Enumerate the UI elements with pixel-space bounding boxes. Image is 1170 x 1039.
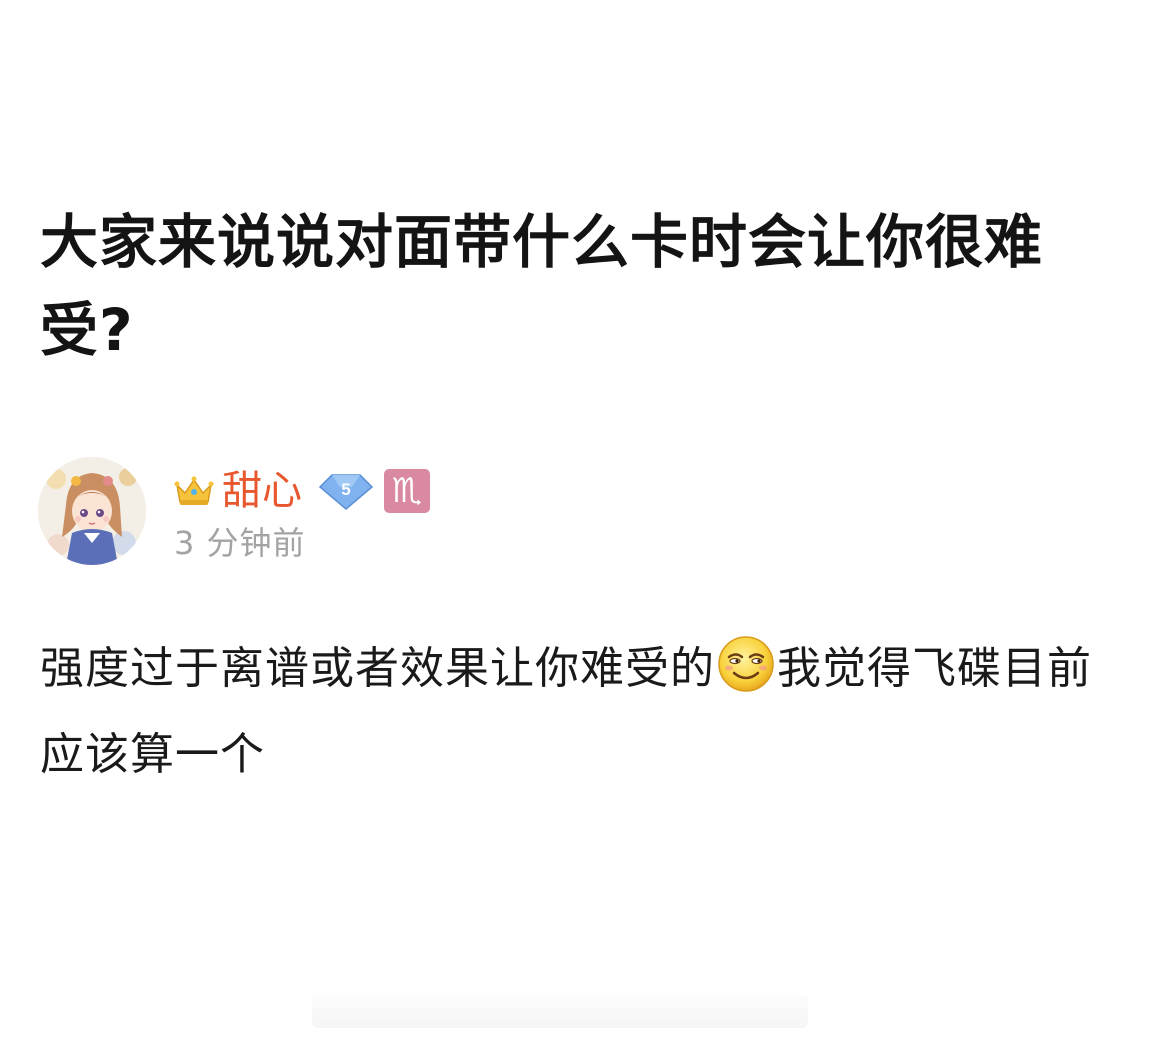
- grinning-smirk-emoji-icon: [718, 636, 774, 692]
- level-number: 5: [341, 480, 350, 499]
- post-body-text-part1: 强度过于离谱或者效果让你难受的: [40, 643, 715, 694]
- level-diamond-badge: 5: [318, 474, 374, 510]
- anime-girl-avatar-icon: [38, 457, 146, 565]
- zodiac-badge: ♏: [384, 469, 430, 513]
- author-name-line: 甜心 5 ♏: [174, 465, 430, 517]
- bottom-overlay-bar: [312, 994, 808, 1028]
- post-body: 强度过于离谱或者效果让你难受的 我觉得飞碟目前应该算一个: [40, 626, 1120, 798]
- crown-icon: [174, 476, 214, 505]
- post-timestamp: 3 分钟前: [174, 524, 306, 562]
- avatar[interactable]: [38, 457, 146, 565]
- post-title: 大家来说说对面带什么卡时会让你很难受?: [40, 208, 1044, 364]
- author-row[interactable]: 甜心 5 ♏ 3 分钟前: [38, 457, 638, 567]
- author-name[interactable]: 甜心: [222, 465, 302, 517]
